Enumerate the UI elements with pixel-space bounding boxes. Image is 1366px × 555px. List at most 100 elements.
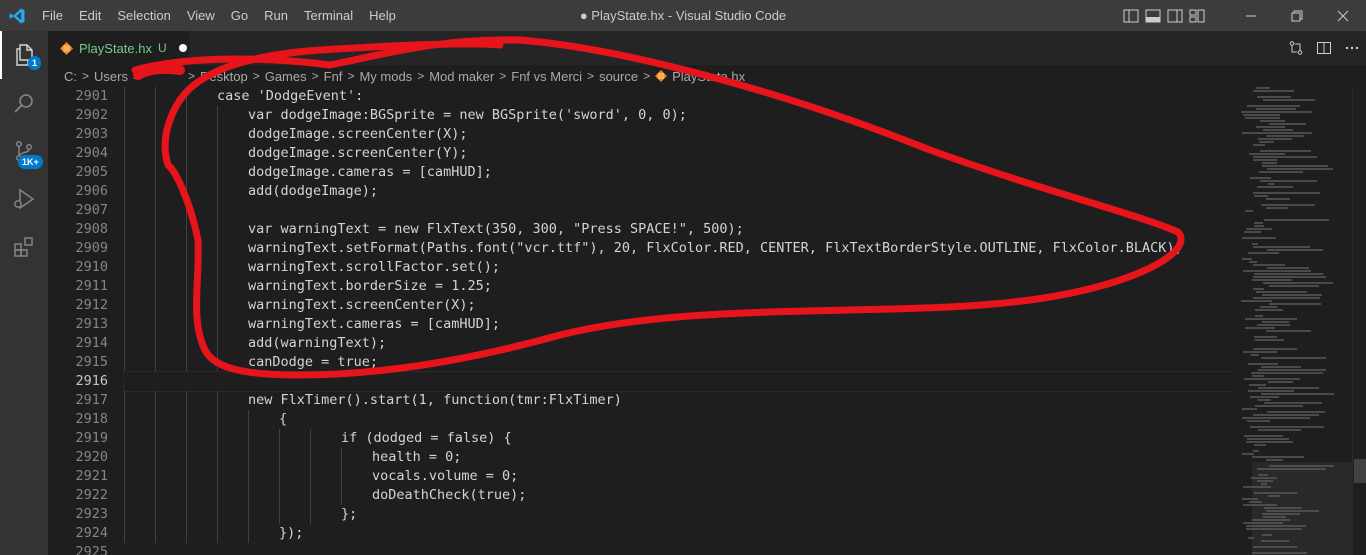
code-line[interactable]: };	[124, 505, 1232, 524]
crumb-desktop[interactable]: Desktop	[200, 69, 248, 84]
minimap-line	[1252, 456, 1304, 458]
code-line[interactable]: new FlxTimer().start(1, function(tmr:Flx…	[124, 391, 1232, 410]
crumb-users[interactable]: Users	[94, 69, 128, 84]
code-line[interactable]: var warningText = new FlxText(350, 300, …	[124, 220, 1232, 239]
code-line[interactable]: if (dodged = false) {	[124, 429, 1232, 448]
indent-guide	[124, 163, 125, 182]
minimap-line	[1267, 168, 1333, 170]
code-line[interactable]: vocals.volume = 0;	[124, 467, 1232, 486]
crumb-fnf-vs-merci[interactable]: Fnf vs Merci	[511, 69, 582, 84]
customize-layout-icon[interactable]	[1186, 0, 1208, 31]
code-line[interactable]: dodgeImage.cameras = [camHUD];	[124, 163, 1232, 182]
minimap-line	[1262, 162, 1277, 164]
menu-selection[interactable]: Selection	[109, 0, 178, 31]
crumb-mod-maker[interactable]: Mod maker	[429, 69, 494, 84]
indent-guide	[155, 467, 156, 486]
more-actions-button[interactable]	[1338, 31, 1366, 65]
crumb-fnf[interactable]: Fnf	[324, 69, 343, 84]
restore-button[interactable]	[1274, 0, 1320, 31]
code-line[interactable]: warningText.cameras = [camHUD];	[124, 315, 1232, 334]
unsaved-dot-icon[interactable]	[178, 44, 187, 52]
line-number: 2923	[75, 506, 108, 522]
menu-file[interactable]: File	[34, 0, 71, 31]
minimap-line	[1261, 204, 1315, 206]
minimize-button[interactable]	[1228, 0, 1274, 31]
minimap-line	[1249, 501, 1262, 503]
indent-guide	[217, 144, 218, 163]
code-text: var warningText = new FlxText(350, 300, …	[248, 221, 744, 237]
code-text: dodgeImage.screenCenter(Y);	[248, 145, 468, 161]
crumb-games[interactable]: Games	[265, 69, 307, 84]
code-line[interactable]: });	[124, 524, 1232, 543]
minimap-line	[1245, 327, 1275, 329]
crumb-source[interactable]: source	[599, 69, 638, 84]
code-line[interactable]: dodgeImage.screenCenter(Y);	[124, 144, 1232, 163]
code-line[interactable]	[124, 543, 1232, 555]
minimap-line	[1249, 384, 1266, 386]
code-line[interactable]: warningText.screenCenter(X);	[124, 296, 1232, 315]
indent-guide	[155, 239, 156, 258]
indent-guide	[186, 524, 187, 543]
line-number: 2908	[75, 221, 108, 237]
code-line[interactable]: health = 0;	[124, 448, 1232, 467]
minimap-line	[1267, 411, 1325, 413]
indent-guide	[186, 163, 187, 182]
indent-guide	[217, 220, 218, 239]
minimap-line	[1268, 381, 1293, 383]
vertical-scrollbar[interactable]	[1352, 87, 1366, 555]
toggle-secondary-sidebar-icon[interactable]	[1164, 0, 1186, 31]
open-changes-button[interactable]	[1282, 31, 1310, 65]
indent-guide	[124, 182, 125, 201]
explorer-button[interactable]: 1	[0, 31, 48, 79]
minimap-line	[1252, 243, 1258, 245]
crumb-my-mods[interactable]: My mods	[359, 69, 412, 84]
minimap[interactable]	[1232, 87, 1352, 555]
split-editor-button[interactable]	[1310, 31, 1338, 65]
code-line[interactable]: var dodgeImage:BGSprite = new BGSprite('…	[124, 106, 1232, 125]
indent-guide	[124, 296, 125, 315]
code-line[interactable]: add(warningText);	[124, 334, 1232, 353]
code-line[interactable]: doDeathCheck(true);	[124, 486, 1232, 505]
code-area[interactable]: case 'DodgeEvent': var dodgeImage:BGSprit…	[123, 87, 1232, 555]
close-window-button[interactable]	[1320, 0, 1366, 31]
crumb-drive[interactable]: C:	[64, 69, 77, 84]
crumb-file[interactable]: PlayState.hx	[655, 69, 745, 84]
minimap-line	[1258, 369, 1326, 371]
indent-guide	[279, 505, 280, 524]
code-line[interactable]	[124, 201, 1232, 220]
menu-terminal[interactable]: Terminal	[296, 0, 361, 31]
minimap-line	[1262, 294, 1322, 296]
menu-go[interactable]: Go	[223, 0, 256, 31]
code-line[interactable]: add(dodgeImage);	[124, 182, 1232, 201]
code-line[interactable]	[123, 371, 1232, 392]
extensions-button[interactable]	[0, 223, 48, 271]
indent-guide	[217, 448, 218, 467]
title-bar-controls	[1120, 0, 1366, 31]
code-line[interactable]: canDodge = true;	[124, 353, 1232, 372]
code-line[interactable]: warningText.scrollFactor.set();	[124, 258, 1232, 277]
menu-edit[interactable]: Edit	[71, 0, 109, 31]
code-line[interactable]: warningText.borderSize = 1.25;	[124, 277, 1232, 296]
minimap-line	[1244, 378, 1300, 380]
haxe-file-icon	[60, 41, 73, 55]
toggle-panel-icon[interactable]	[1142, 0, 1164, 31]
source-control-button[interactable]: 1K+	[0, 127, 48, 175]
scrollbar-thumb[interactable]	[1354, 459, 1366, 483]
search-button[interactable]	[0, 79, 48, 127]
indent-guide	[124, 201, 125, 220]
menu-view[interactable]: View	[179, 0, 223, 31]
code-line[interactable]: {	[124, 410, 1232, 429]
toggle-sidebar-icon[interactable]	[1120, 0, 1142, 31]
code-editor[interactable]: 2901 2902 2903 2904 2905 2906 2907 2908 2909 2910…	[48, 87, 1232, 555]
code-line[interactable]: case 'DodgeEvent':	[124, 87, 1232, 106]
minimap-line	[1260, 120, 1285, 122]
run-debug-button[interactable]	[0, 175, 48, 223]
tab-playstate[interactable]: PlayState.hx U	[48, 31, 190, 65]
indent-guide	[186, 467, 187, 486]
minimap-line	[1258, 387, 1319, 389]
menu-help[interactable]: Help	[361, 0, 404, 31]
code-line[interactable]: dodgeImage.screenCenter(X);	[124, 125, 1232, 144]
code-line[interactable]: warningText.setFormat(Paths.font("vcr.tt…	[124, 239, 1232, 258]
minimap-line	[1256, 108, 1296, 110]
menu-run[interactable]: Run	[256, 0, 296, 31]
